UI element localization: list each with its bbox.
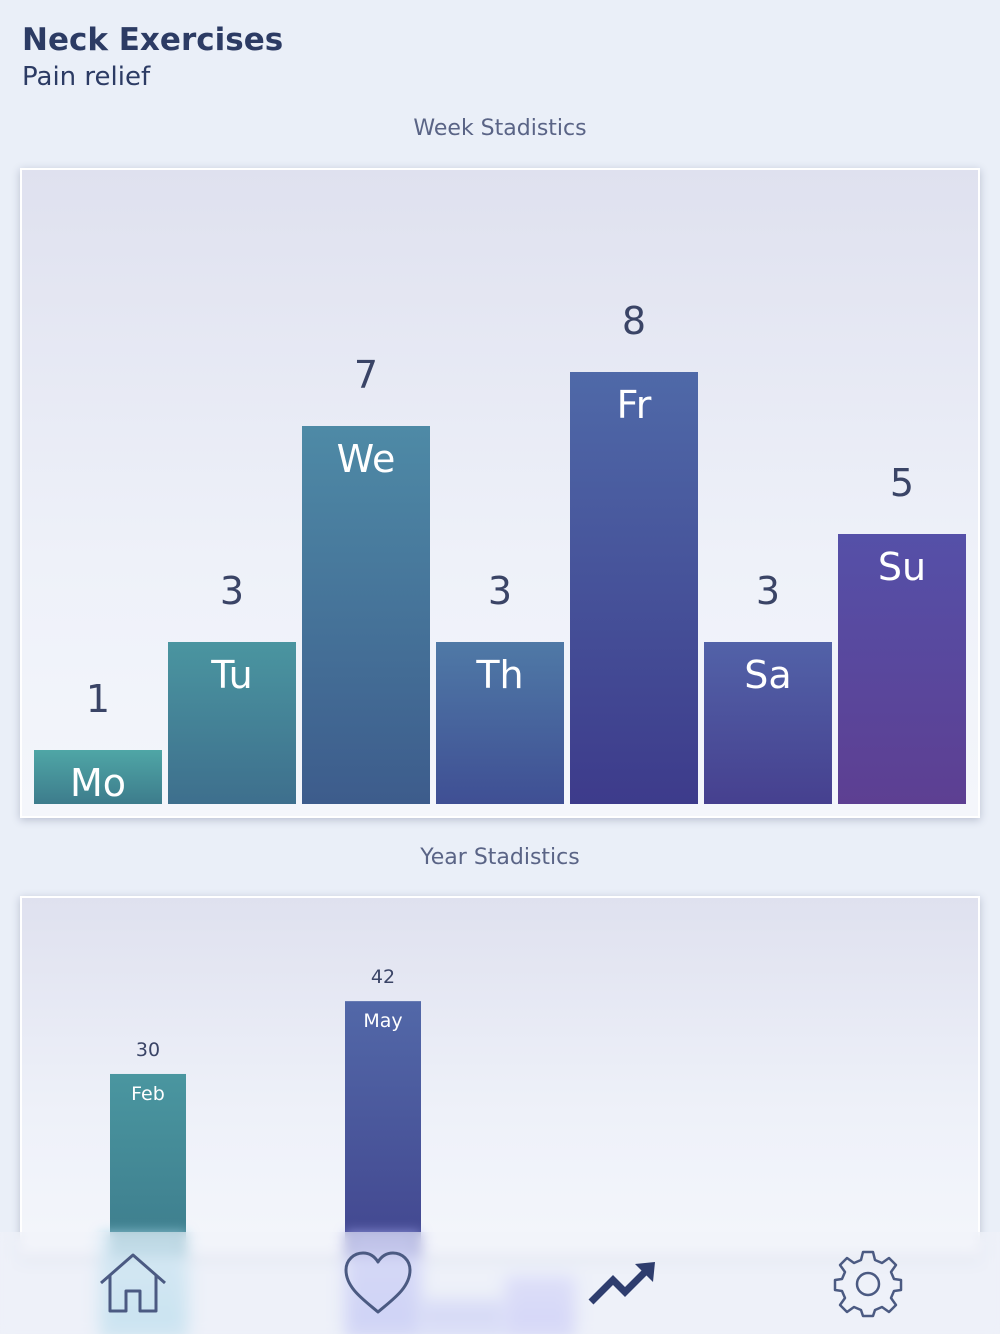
trending-up-icon [588,1262,655,1305]
week-bar-fr [570,372,698,804]
week-bar-label-tu: Tu [210,653,253,697]
week-bar-value-th: 3 [488,569,512,613]
tab-settings[interactable] [808,1232,928,1334]
year-bar-value-feb: 30 [136,1039,160,1061]
week-bar-we [302,426,430,804]
year-bar-label-may: May [363,1010,402,1032]
week-bar-value-fr: 8 [622,299,646,343]
app-title: Neck Exercises [22,22,284,58]
week-bar-value-sa: 3 [756,569,780,613]
week-bar-value-mo: 1 [86,677,110,721]
week-bar-chart: Mo 1 Tu 3 We 7 Th 3 Fr 8 Sa 3 Su 5 [34,299,966,805]
app-root: Neck Exercises Pain relief Week Stadisti… [0,0,1000,1334]
week-chart-card: Mo 1 Tu 3 We 7 Th 3 Fr 8 Sa 3 Su 5 [20,168,980,818]
year-chart-card: Feb 30 May 42 [20,896,980,1256]
week-bar-label-we: We [337,437,396,481]
week-bar-label-mo: Mo [70,761,126,805]
gear-icon [833,1250,903,1318]
year-bar-label-feb: Feb [131,1083,165,1105]
week-bar-value-su: 5 [890,461,914,505]
tab-home[interactable] [73,1232,193,1334]
year-bar-value-may: 42 [371,966,395,988]
tab-favorites[interactable] [318,1232,438,1334]
tab-statistics[interactable] [563,1232,683,1334]
week-bar-value-tu: 3 [220,569,244,613]
week-bar-label-th: Th [475,653,523,697]
home-icon [100,1253,166,1313]
year-bar-may [345,1001,421,1256]
week-bar-label-sa: Sa [744,653,791,697]
week-bar-label-fr: Fr [617,383,652,427]
week-chart-title: Week Stadistics [413,116,587,141]
week-bar-label-su: Su [878,545,926,589]
week-bar-value-we: 7 [354,353,378,397]
app-subtitle: Pain relief [22,62,151,92]
heart-icon [344,1251,412,1314]
year-chart-title: Year Stadistics [420,845,580,870]
year-bar-chart: Feb 30 May 42 [110,966,421,1256]
bottom-tab-bar [0,1232,1000,1334]
